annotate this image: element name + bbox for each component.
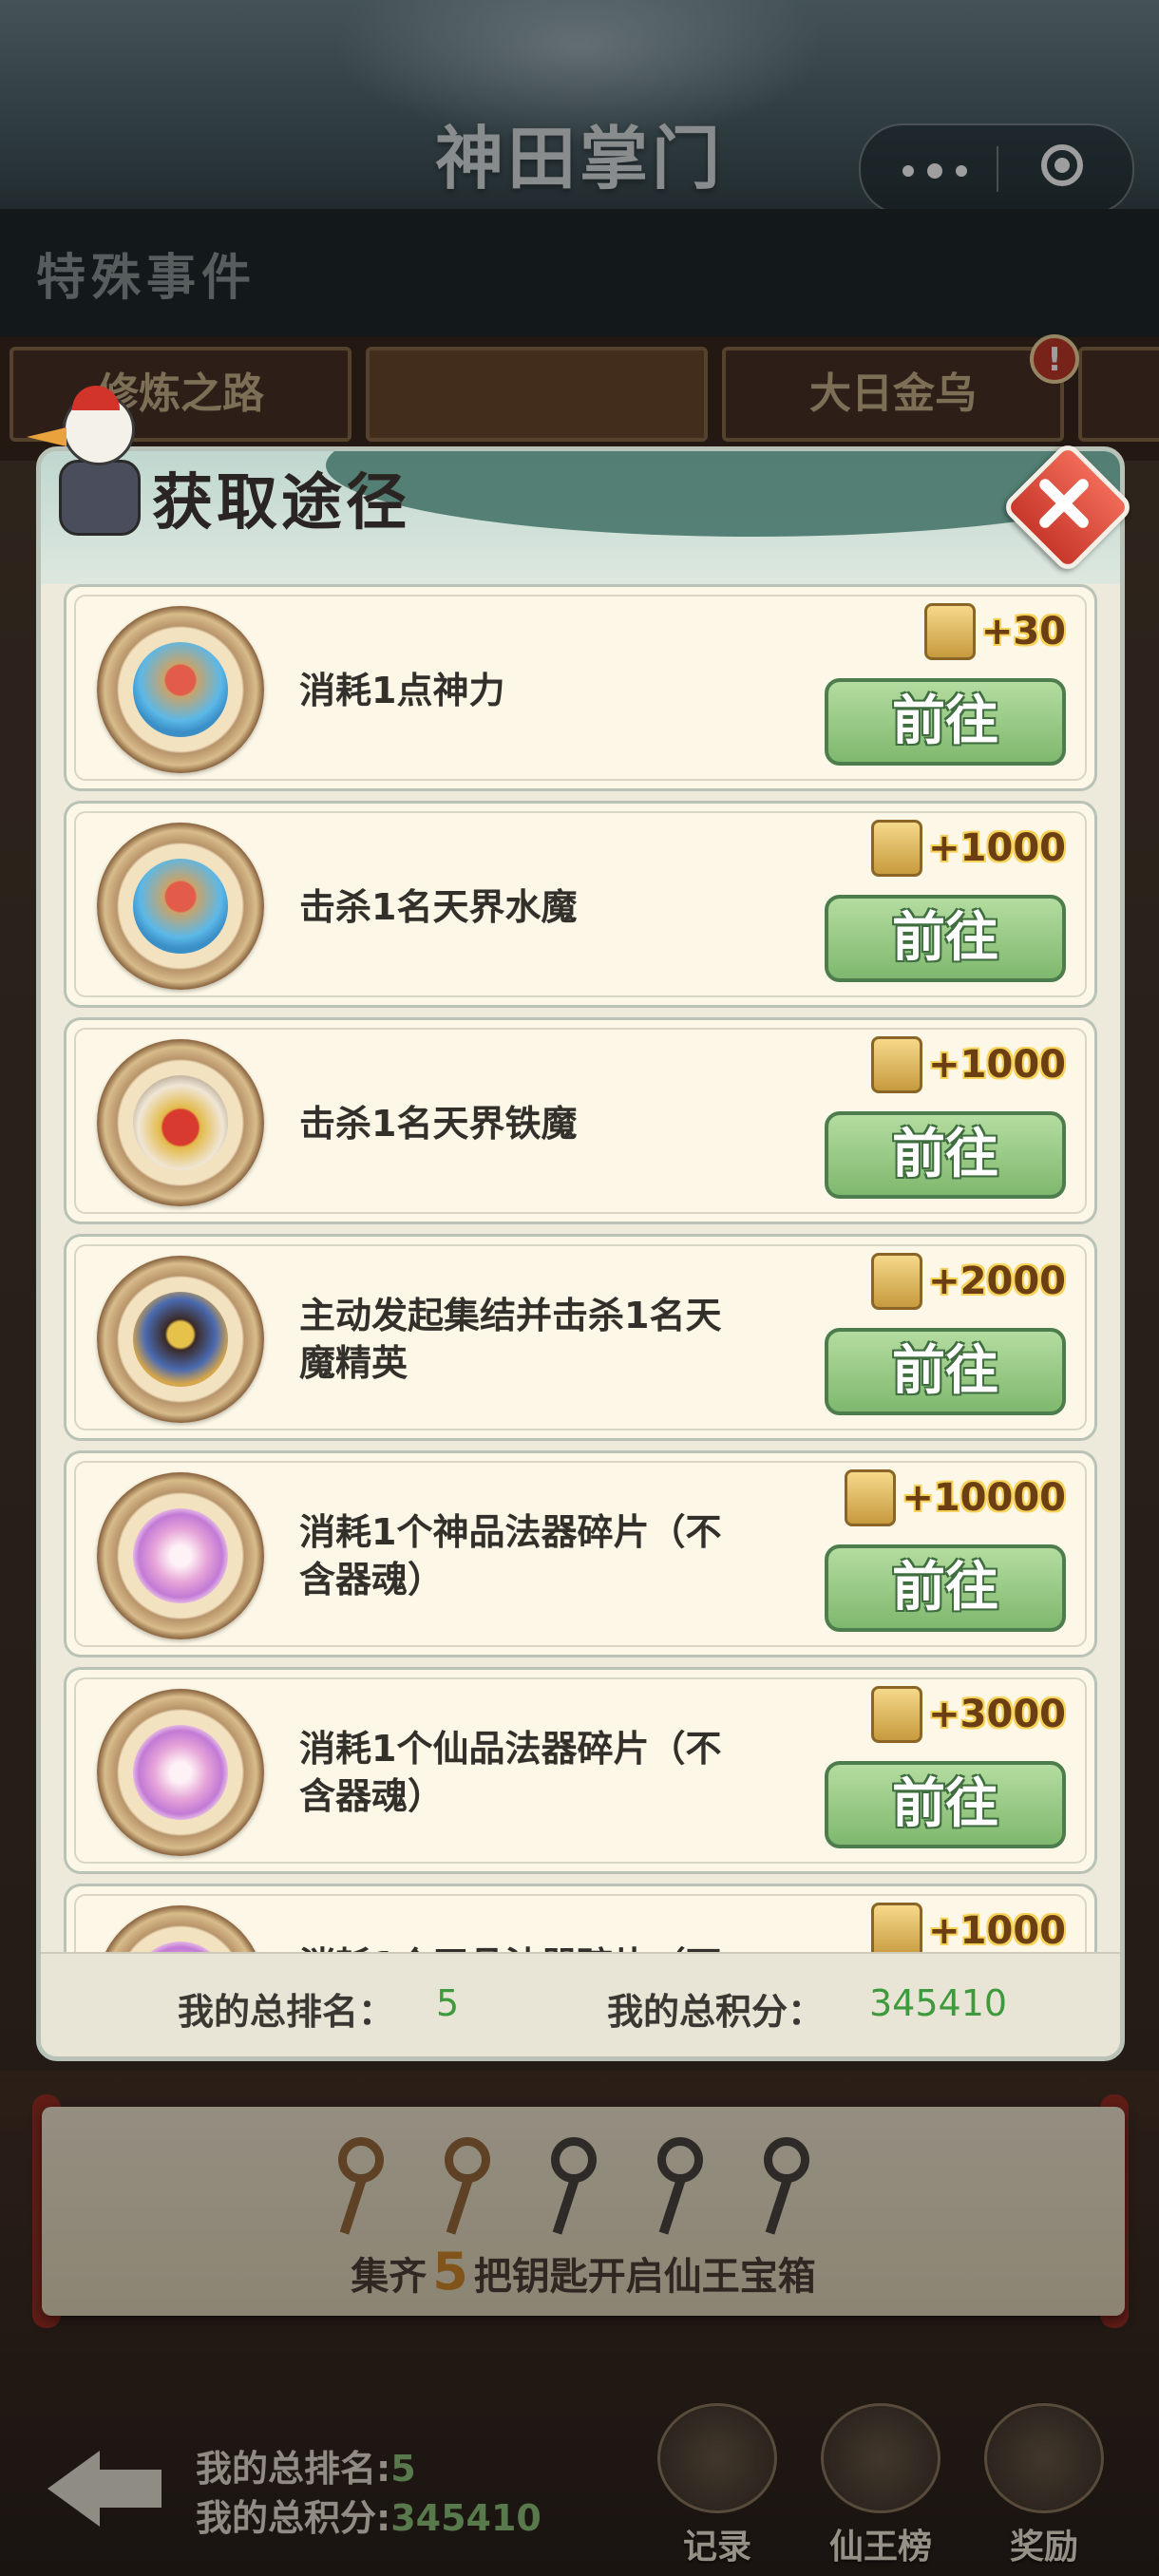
dialog-title: 获取途径 bbox=[152, 467, 410, 539]
reward: +3000 bbox=[871, 1681, 1066, 1748]
point-chest-icon bbox=[871, 1253, 923, 1310]
reward-amount: +1000 bbox=[928, 1043, 1066, 1087]
iron-demon-mask-icon bbox=[97, 1039, 264, 1206]
reward: +1000 bbox=[871, 1898, 1066, 1952]
method-list[interactable]: 消耗1点神力 +30 前往 击杀1名天界水魔 +1000 前往 击杀1名天界铁魔… bbox=[64, 584, 1099, 1952]
lotus-icon bbox=[97, 1472, 264, 1639]
point-chest-icon bbox=[871, 1036, 923, 1093]
water-demon-helmet-icon bbox=[97, 606, 264, 773]
go-button[interactable]: 前往 bbox=[825, 1328, 1066, 1415]
list-item: 消耗1个仙品法器碎片（不含器魂） +3000 前往 bbox=[64, 1667, 1097, 1874]
method-text: 消耗1个天品法器碎片（不含器魂） bbox=[299, 1941, 746, 1952]
list-item: 击杀1名天界水魔 +1000 前往 bbox=[64, 801, 1097, 1008]
reward-amount: +1000 bbox=[928, 826, 1066, 870]
list-item: 消耗1点神力 +30 前往 bbox=[64, 584, 1097, 791]
rank-value: 5 bbox=[436, 1982, 460, 2024]
list-item: 主动发起集结并击杀1名天魔精英 +2000 前往 bbox=[64, 1234, 1097, 1441]
point-chest-icon bbox=[871, 1903, 923, 1952]
go-button[interactable]: 前往 bbox=[825, 1761, 1066, 1848]
reward: +2000 bbox=[871, 1248, 1066, 1315]
go-button[interactable]: 前往 bbox=[825, 678, 1066, 766]
go-button[interactable]: 前往 bbox=[825, 1111, 1066, 1199]
rank-label: 我的总排名： bbox=[178, 1991, 395, 2033]
method-text: 消耗1个神品法器碎片（不含器魂） bbox=[299, 1511, 722, 1601]
dialog-footer: 我的总排名： 5 我的总积分： 345410 bbox=[41, 1952, 1120, 2056]
point-chest-icon bbox=[845, 1469, 897, 1526]
method-text: 消耗1个仙品法器碎片（不含器魂） bbox=[299, 1728, 722, 1817]
close-x-icon[interactable] bbox=[1000, 440, 1135, 575]
elite-demon-icon bbox=[97, 1256, 264, 1423]
point-chest-icon bbox=[871, 820, 923, 877]
reward-amount: +30 bbox=[980, 610, 1066, 653]
reward: +30 bbox=[923, 598, 1066, 665]
reward-amount: +10000 bbox=[902, 1476, 1066, 1520]
method-text: 击杀1名天界水魔 bbox=[299, 886, 578, 928]
method-text: 击杀1名天界铁魔 bbox=[299, 1103, 578, 1145]
reward-amount: +2000 bbox=[928, 1260, 1066, 1303]
method-text: 主动发起集结并击杀1名天魔精英 bbox=[299, 1295, 722, 1384]
lotus-icon bbox=[97, 1689, 264, 1856]
water-demon-helmet-icon bbox=[97, 823, 264, 990]
method-text: 消耗1点神力 bbox=[299, 670, 505, 711]
crane-mascot-icon bbox=[15, 380, 201, 541]
list-item: 消耗1个天品法器碎片（不含器魂） +1000 前往 bbox=[64, 1884, 1097, 1952]
reward: +1000 bbox=[871, 815, 1066, 881]
reward-amount: +1000 bbox=[928, 1909, 1066, 1952]
point-chest-icon bbox=[871, 1686, 923, 1743]
point-chest-icon bbox=[923, 603, 976, 660]
reward-amount: +3000 bbox=[928, 1693, 1066, 1736]
obtain-methods-dialog: 消耗1点神力 +30 前往 击杀1名天界水魔 +1000 前往 击杀1名天界铁魔… bbox=[36, 446, 1125, 2061]
reward: +1000 bbox=[871, 1032, 1066, 1098]
go-button[interactable]: 前往 bbox=[825, 1544, 1066, 1632]
score-value: 345410 bbox=[869, 1982, 1008, 2024]
list-item: 消耗1个神品法器碎片（不含器魂） +10000 前往 bbox=[64, 1450, 1097, 1657]
reward: +10000 bbox=[845, 1465, 1066, 1531]
list-item: 击杀1名天界铁魔 +1000 前往 bbox=[64, 1017, 1097, 1224]
go-button[interactable]: 前往 bbox=[825, 895, 1066, 982]
score-label: 我的总积分： bbox=[607, 1991, 825, 2033]
